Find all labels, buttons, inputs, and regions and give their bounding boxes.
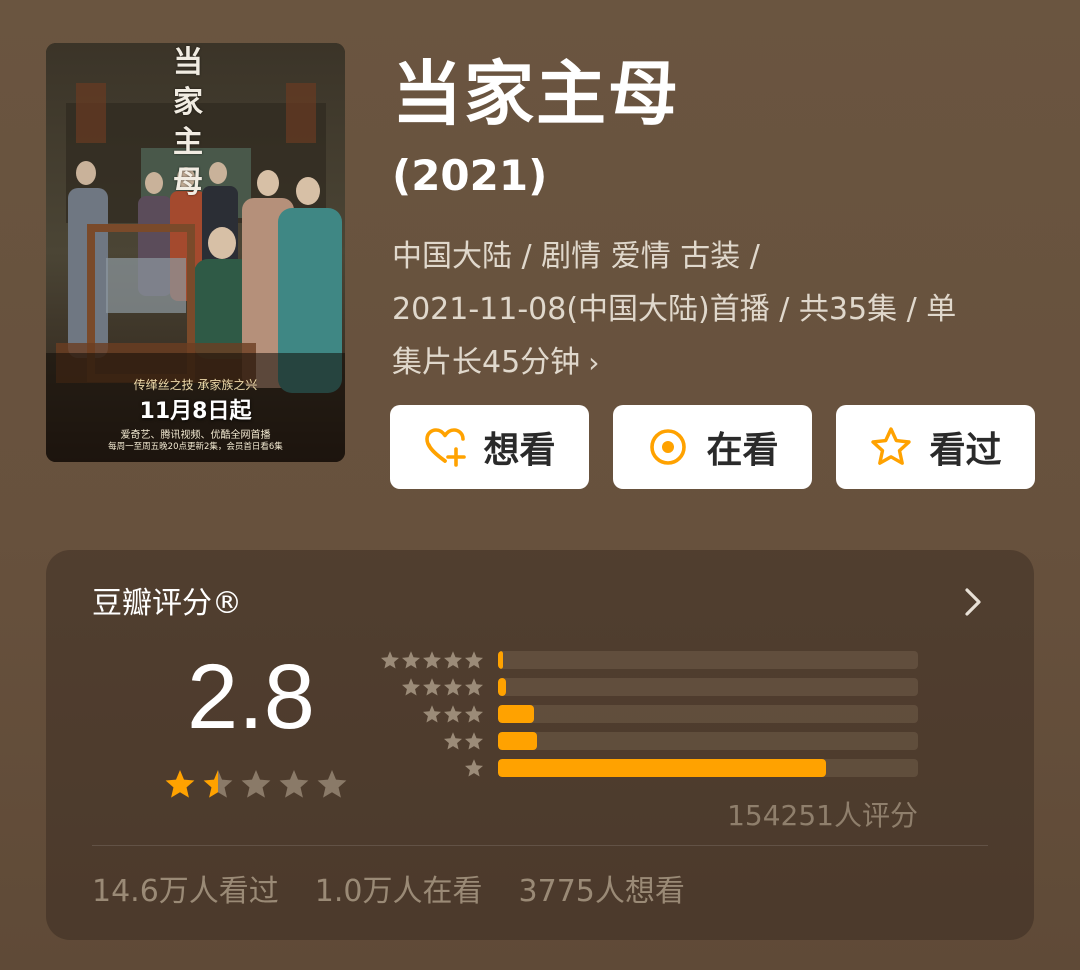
distribution-stars: [464, 758, 484, 778]
rating-card[interactable]: 豆瓣评分® 2.8 154251人评分 14.6万人看过 1.0万人在看 377…: [46, 550, 1034, 940]
meta-line-1: 中国大陆 / 剧情 爱情 古装 /: [392, 239, 760, 274]
poster-image[interactable]: 当 家 主 母 传缂丝之技 承家族之兴 11月8日起 爱奇艺、腾讯视频、优酷全网…: [46, 43, 345, 462]
star-outline-icon: [869, 425, 913, 469]
meta-line-3: 集片长45分钟 ›: [392, 336, 1032, 389]
distribution-bar-fill: [498, 651, 504, 669]
star-icon: [402, 651, 420, 669]
distribution-bar-fill: [498, 705, 534, 723]
show-meta[interactable]: 中国大陆 / 剧情 爱情 古装 / 2021-11-08(中国大陆)首播 / 共…: [392, 230, 1032, 389]
meta-line-2: 2021-11-08(中国大陆)首播 / 共35集 / 单: [392, 292, 957, 327]
star-icon: [444, 678, 462, 696]
star-icon: [241, 770, 271, 798]
distribution-row: [376, 731, 918, 751]
want-to-watch-label: 想看: [483, 430, 556, 471]
rating-score: 2.8: [187, 646, 315, 748]
heart-plus-icon: [423, 425, 467, 469]
poster-schedule: 每周一至周五晚20点更新2集，会员首日看6集: [108, 442, 283, 452]
star-icon: [423, 705, 441, 723]
star-icon: [465, 759, 483, 777]
rating-count: 154251人评分: [727, 799, 918, 832]
want-to-watch-button[interactable]: 想看: [390, 405, 589, 489]
star-icon: [465, 651, 483, 669]
distribution-stars: [380, 650, 484, 670]
watched-count[interactable]: 14.6万人看过: [92, 872, 279, 912]
star-icon: [423, 678, 441, 696]
distribution-stars: [422, 704, 484, 724]
show-title: 当家主母: [392, 53, 680, 135]
distribution-bar-track: [498, 651, 918, 669]
star-icon: [465, 705, 483, 723]
distribution-bar-track: [498, 705, 918, 723]
chevron-right-icon[interactable]: [958, 582, 988, 622]
star-icon: [203, 770, 233, 798]
distribution-row: [376, 650, 918, 670]
star-icon: [279, 770, 309, 798]
distribution-row: [376, 677, 918, 697]
poster-date: 11月8日起: [139, 399, 252, 424]
movie-detail-page: 当 家 主 母 传缂丝之技 承家族之兴 11月8日起 爱奇艺、腾讯视频、优酷全网…: [0, 0, 1080, 970]
rating-stars: [164, 768, 348, 800]
poster-platforms: 爱奇艺、腾讯视频、优酷全网首播: [120, 430, 271, 441]
chevron-right-icon: ›: [588, 346, 600, 379]
distribution-bar-fill: [498, 678, 507, 696]
show-year: (2021): [392, 151, 548, 200]
star-icon: [465, 678, 483, 696]
poster-tagline: 传缂丝之技 承家族之兴: [133, 378, 258, 392]
star-icon: [381, 651, 399, 669]
distribution-bar-fill: [498, 759, 826, 777]
distribution-bar-track: [498, 759, 918, 777]
divider: [92, 845, 988, 846]
distribution-bar-track: [498, 732, 918, 750]
star-icon: [444, 651, 462, 669]
watching-count[interactable]: 1.0万人在看: [315, 872, 483, 912]
poster-title: 当 家 主 母: [173, 45, 203, 200]
target-circle-icon: [646, 425, 690, 469]
star-icon: [402, 678, 420, 696]
star-icon: [165, 770, 195, 798]
audience-stats: 14.6万人看过 1.0万人在看 3775人想看: [92, 872, 685, 912]
distribution-row: [376, 758, 918, 778]
distribution-row: [376, 704, 918, 724]
distribution-bar-fill: [498, 732, 538, 750]
meta-line-3-text: 集片长45分钟: [392, 345, 581, 380]
watching-button[interactable]: 在看: [613, 405, 812, 489]
distribution-stars: [443, 731, 484, 751]
watching-label: 在看: [706, 430, 779, 471]
star-icon: [465, 732, 483, 750]
distribution-bar-track: [498, 678, 918, 696]
watched-button[interactable]: 看过: [836, 405, 1035, 489]
star-icon: [423, 651, 441, 669]
want-count[interactable]: 3775人想看: [519, 872, 685, 912]
distribution-stars: [401, 677, 484, 697]
watched-label: 看过: [929, 430, 1002, 471]
star-icon: [444, 732, 462, 750]
rating-card-title: 豆瓣评分®: [92, 586, 242, 621]
star-icon: [317, 770, 347, 798]
star-icon: [444, 705, 462, 723]
